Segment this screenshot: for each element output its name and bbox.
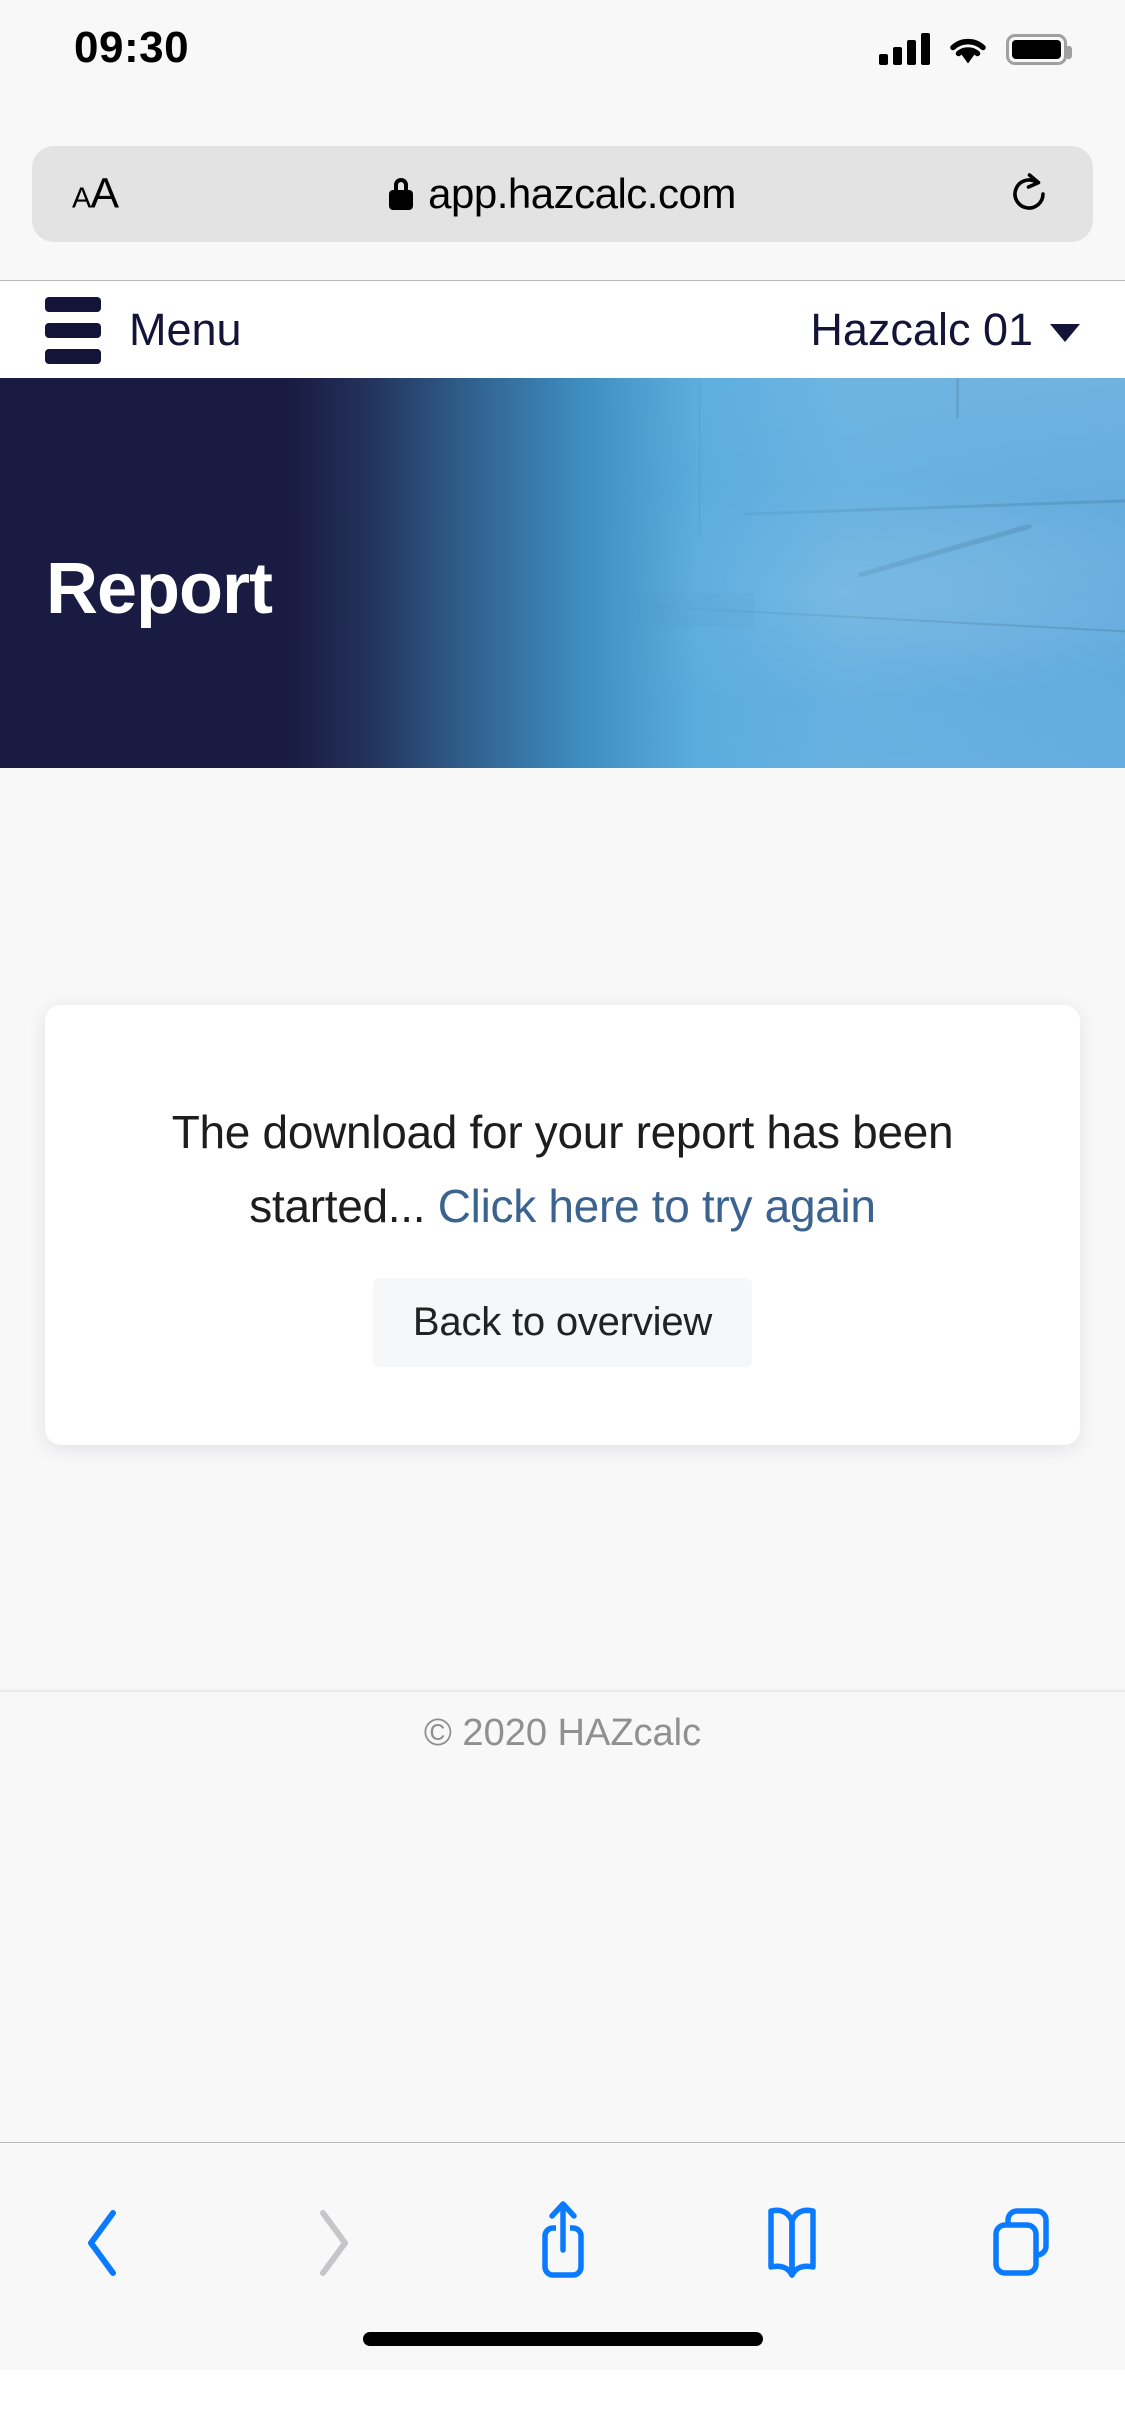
retry-link[interactable]: Click here to try again xyxy=(438,1180,876,1232)
forward-chevron-icon xyxy=(319,2210,348,2276)
browser-url-bar-area: AA app.hazcalc.com xyxy=(0,88,1125,281)
share-icon xyxy=(541,2201,584,2278)
hero-banner: Report xyxy=(0,378,1125,768)
lock-icon xyxy=(389,178,414,210)
footer-divider xyxy=(0,1690,1125,1692)
url-text: app.hazcalc.com xyxy=(428,170,736,217)
app-header: Menu Hazcalc 01 xyxy=(0,282,1125,378)
share-button[interactable] xyxy=(518,2193,608,2293)
back-button[interactable] xyxy=(58,2193,148,2293)
browser-toolbar xyxy=(0,2142,1125,2370)
chevron-down-icon xyxy=(1050,323,1080,342)
menu-button[interactable]: Menu xyxy=(45,296,242,364)
url-display[interactable]: app.hazcalc.com xyxy=(389,170,736,218)
battery-full-icon xyxy=(1006,33,1072,65)
bookmarks-button[interactable] xyxy=(747,2193,837,2293)
back-to-overview-button[interactable]: Back to overview xyxy=(372,1278,753,1367)
text-size-button[interactable]: AA xyxy=(72,170,119,219)
web-page-content: Menu Hazcalc 01 Report The download for … xyxy=(0,282,1125,2142)
reload-icon[interactable] xyxy=(1007,172,1051,216)
footer-copyright: © 2020 HAZcalc xyxy=(423,1712,702,1754)
book-icon xyxy=(768,2207,816,2278)
project-selector[interactable]: Hazcalc 01 xyxy=(810,304,1080,356)
hamburger-icon xyxy=(45,296,101,364)
tabs-icon xyxy=(993,2208,1049,2276)
status-time: 09:30 xyxy=(74,23,190,72)
status-indicators xyxy=(879,33,1072,65)
page-title: Report xyxy=(46,549,273,629)
wifi-icon xyxy=(950,38,986,63)
tabs-button[interactable] xyxy=(977,2193,1067,2293)
forward-button[interactable] xyxy=(288,2193,378,2293)
home-indicator xyxy=(362,2332,763,2346)
download-message: The download for your report has been st… xyxy=(123,1095,1003,1243)
address-bar[interactable]: AA app.hazcalc.com xyxy=(32,146,1093,242)
status-bar: 09:30 xyxy=(0,0,1125,88)
cellular-signal-icon xyxy=(879,33,930,65)
project-name: Hazcalc 01 xyxy=(810,304,1033,355)
menu-label: Menu xyxy=(129,304,242,355)
download-status-card: The download for your report has been st… xyxy=(45,1005,1080,1445)
back-chevron-icon xyxy=(88,2210,116,2276)
